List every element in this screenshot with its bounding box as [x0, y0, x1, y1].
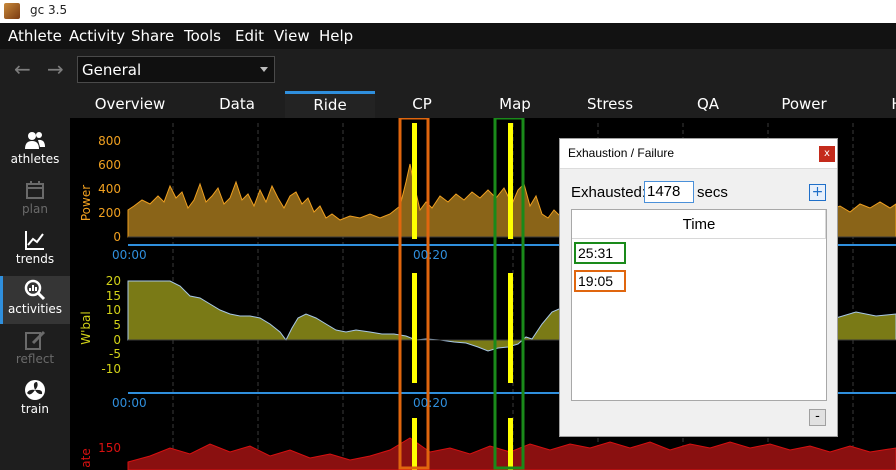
sidebar-item-train[interactable]: train: [0, 376, 70, 424]
menu-share[interactable]: Share: [131, 27, 174, 45]
sidebar-label-plan: plan: [22, 202, 48, 216]
forward-arrow-icon[interactable]: →: [47, 57, 64, 81]
tab-stress[interactable]: Stress: [580, 91, 640, 118]
athlete-select-value: General: [82, 61, 142, 79]
trends-chart-icon: [25, 231, 44, 250]
power-tick: 800: [98, 134, 121, 148]
time-column-header[interactable]: Time: [572, 210, 826, 239]
power-tick: 0: [113, 230, 121, 244]
wbal-tick: 15: [106, 289, 121, 303]
heartrate-tick: 150: [98, 441, 121, 455]
wbal-axis-label: W'bal: [79, 311, 93, 344]
tab-cp[interactable]: CP: [392, 91, 452, 118]
menu-activity[interactable]: Activity: [69, 27, 125, 45]
time-tick: 00:20: [413, 248, 448, 262]
sidebar-label-athletes: athletes: [10, 152, 60, 166]
exhaustion-dialog: Exhaustion / Failure x Exhausted: 1478 s…: [559, 138, 838, 437]
wbal-tick: 20: [106, 274, 121, 288]
exhausted-label: Exhausted:: [571, 184, 647, 201]
close-button[interactable]: x: [819, 146, 835, 162]
heartrate-axis-label: ate: [79, 448, 93, 467]
athletes-icon: [25, 132, 45, 149]
wbal-tick: 10: [106, 303, 121, 317]
sidebar-item-plan[interactable]: plan: [0, 176, 70, 224]
exhausted-seconds-input[interactable]: 1478: [644, 181, 694, 203]
window-titlebar: gc 3.5: [0, 0, 896, 23]
time-tick: 00:00: [112, 396, 147, 410]
athlete-select[interactable]: General: [77, 56, 275, 83]
sidebar-label-reflect: reflect: [15, 352, 55, 366]
power-tick: 600: [98, 158, 121, 172]
marker-25-31-power: [508, 123, 513, 239]
wbal-tick: -10: [101, 362, 121, 376]
sidebar-label-activities: activities: [7, 302, 63, 316]
marker-25-31-hr: [508, 418, 513, 470]
add-button[interactable]: +: [809, 184, 826, 201]
app-logo-icon: [4, 3, 20, 19]
seconds-unit-label: secs: [697, 184, 728, 201]
exhaustion-times-table: Time 25:31 19:05: [571, 209, 827, 401]
calendar-icon: [26, 181, 44, 199]
view-tabs: Overview Data Ride CP Map Stress QA Powe…: [70, 91, 896, 118]
dialog-title: Exhaustion / Failure: [568, 146, 675, 160]
magnifier-chart-icon: [24, 279, 46, 301]
table-header-divider: [825, 210, 826, 239]
marker-19-05-hr: [412, 418, 417, 470]
sidebar-item-activities[interactable]: activities: [0, 276, 70, 324]
sidebar-item-trends[interactable]: trends: [0, 226, 70, 274]
tab-qa[interactable]: QA: [678, 91, 738, 118]
sidebar: athletes plan trends activities reflect: [0, 118, 70, 470]
sidebar-label-trends: trends: [15, 252, 55, 266]
sidebar-label-train: train: [21, 402, 49, 416]
marker-25-31-wbal: [508, 273, 513, 383]
tab-overview[interactable]: Overview: [90, 91, 170, 118]
sidebar-item-reflect[interactable]: reflect: [0, 326, 70, 374]
time-tick: 00:00: [112, 248, 147, 262]
wbal-tick: 5: [113, 318, 121, 332]
chevron-down-icon: [260, 67, 268, 72]
toolbar: ← → General: [0, 49, 896, 91]
remove-button[interactable]: -: [809, 409, 826, 426]
menu-help[interactable]: Help: [319, 27, 353, 45]
menu-view[interactable]: View: [274, 27, 310, 45]
time-tick: 00:20: [413, 396, 448, 410]
pencil-icon: [25, 330, 46, 350]
tab-map[interactable]: Map: [485, 91, 545, 118]
menu-edit[interactable]: Edit: [235, 27, 264, 45]
power-axis-label: Power: [79, 185, 93, 221]
table-row[interactable]: 19:05: [574, 270, 626, 292]
tab-more[interactable]: H: [882, 91, 896, 118]
tab-power[interactable]: Power: [774, 91, 834, 118]
table-row[interactable]: 25:31: [574, 242, 626, 264]
marker-19-05-wbal: [412, 273, 417, 383]
window-title: gc 3.5: [30, 3, 68, 17]
wbal-tick: 0: [113, 333, 121, 347]
power-tick: 200: [98, 206, 121, 220]
back-arrow-icon[interactable]: ←: [14, 57, 31, 81]
power-tick: 400: [98, 182, 121, 196]
menu-bar: Athlete Activity Share Tools Edit View H…: [0, 23, 896, 49]
tab-ride[interactable]: Ride: [285, 91, 375, 118]
tab-data[interactable]: Data: [198, 91, 276, 118]
wbal-tick: -5: [109, 347, 121, 361]
fan-icon: [25, 380, 45, 400]
menu-tools[interactable]: Tools: [184, 27, 221, 45]
sidebar-item-athletes[interactable]: athletes: [0, 126, 70, 174]
marker-19-05-power: [412, 123, 417, 239]
menu-athlete[interactable]: Athlete: [8, 27, 62, 45]
